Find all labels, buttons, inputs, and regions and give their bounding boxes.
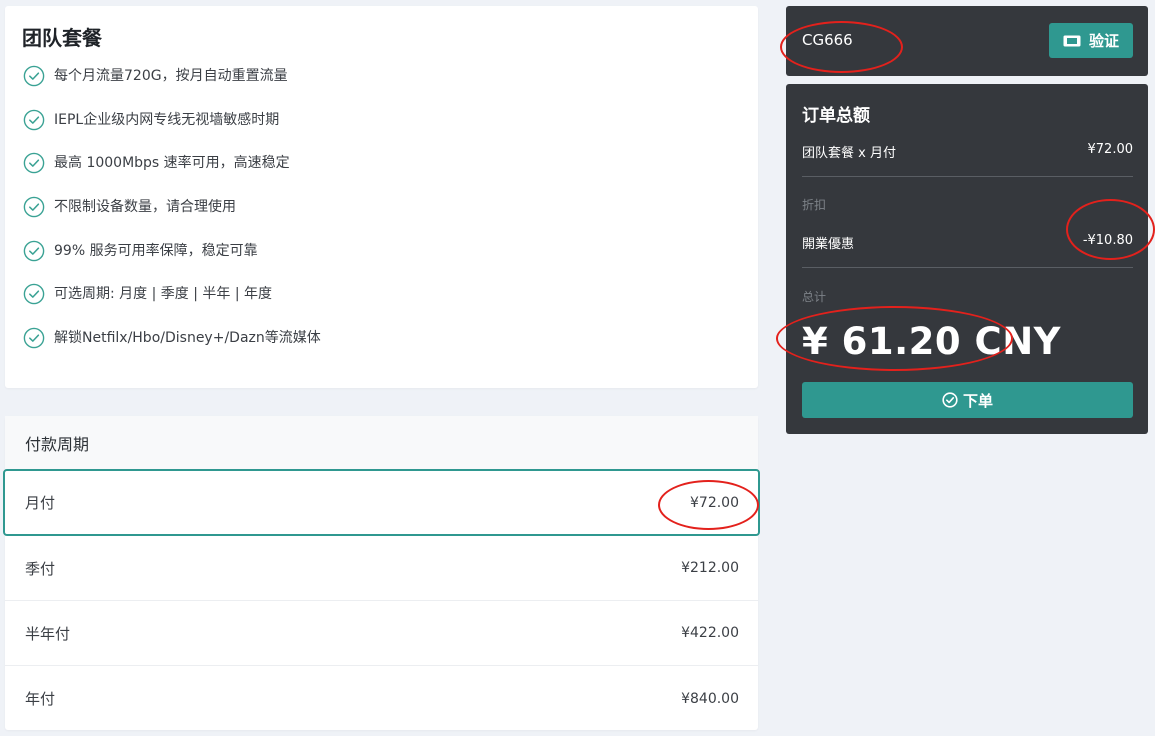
feature-text: 解锁Netfilx/Hbo/Disney+/Dazn等流媒体 bbox=[54, 330, 321, 347]
feature-list: 每个月流量720G，按月自动重置流量 IEPL企业级内网专线无视墙敏感时期 最高 1… bbox=[23, 65, 321, 371]
check-circle-icon bbox=[23, 196, 45, 218]
billing-period-header: 付款周期 bbox=[5, 416, 758, 470]
feature-text: 每个月流量720G，按月自动重置流量 bbox=[54, 68, 288, 84]
billing-option-label: 季付 bbox=[25, 559, 56, 578]
feature-item: 99% 服务可用率保障，稳定可靠 bbox=[23, 240, 321, 284]
billing-option[interactable]: 月付 ¥72.00 bbox=[3, 469, 760, 536]
ticket-icon bbox=[1063, 35, 1081, 46]
billing-option-price: ¥840.00 bbox=[681, 690, 739, 707]
summary-title: 订单总额 bbox=[802, 106, 870, 126]
billing-option-label: 年付 bbox=[25, 690, 56, 708]
check-circle-icon bbox=[23, 240, 45, 262]
annotation-circle-total bbox=[776, 306, 1013, 371]
summary-item-price: ¥72.00 bbox=[1087, 142, 1134, 157]
feature-item: 可选周期: 月度 | 季度 | 半年 | 年度 bbox=[23, 283, 321, 327]
billing-option-price: ¥212.00 bbox=[681, 560, 739, 576]
feature-text: 可选周期: 月度 | 季度 | 半年 | 年度 bbox=[54, 286, 273, 303]
feature-text: 99% 服务可用率保障，稳定可靠 bbox=[54, 242, 258, 259]
check-circle-icon bbox=[23, 109, 45, 130]
divider bbox=[802, 267, 1133, 268]
check-circle-icon bbox=[942, 392, 958, 408]
total-section-label: 总计 bbox=[802, 290, 827, 304]
billing-period-card: 付款周期 月付 ¥72.00 季付 ¥212.00 半年付 ¥422.00 年付 ¥840.0… bbox=[3, 416, 760, 731]
order-summary-card: 订单总额 团队套餐 x 月付 ¥72.00 折扣 開業優惠 -¥10.80 总计… bbox=[786, 84, 1148, 434]
plan-card: 团队套餐 每个月流量720G，按月自动重置流量 IEPL企业级内网专线无视墙敏感时… bbox=[5, 6, 758, 388]
check-circle-icon bbox=[23, 327, 45, 349]
verify-button[interactable]: 验证 bbox=[1049, 23, 1133, 58]
feature-item: 解锁Netfilx/Hbo/Disney+/Dazn等流媒体 bbox=[23, 327, 321, 371]
feature-text: 不限制设备数量，请合理使用 bbox=[54, 199, 236, 216]
order-label: 下单 bbox=[962, 391, 993, 410]
feature-item: 最高 1000Mbps 速率可用，高速稳定 bbox=[23, 152, 321, 196]
feature-item: IEPL企业级内网专线无视墙敏感时期 bbox=[23, 109, 321, 153]
verify-label: 验证 bbox=[1088, 32, 1119, 50]
summary-item-row: 团队套餐 x 月付 ¥72.00 bbox=[802, 142, 1133, 161]
billing-option[interactable]: 半年付 ¥422.00 bbox=[5, 601, 758, 666]
annotation-circle-coupon bbox=[780, 21, 903, 73]
annotation-circle-monthly-price bbox=[658, 480, 759, 530]
check-circle-icon bbox=[23, 153, 45, 174]
place-order-button[interactable]: 下单 bbox=[802, 382, 1133, 418]
check-circle-icon bbox=[23, 284, 45, 305]
discount-label: 開業優惠 bbox=[802, 237, 855, 252]
annotation-circle-discount bbox=[1066, 199, 1155, 260]
plan-title: 团队套餐 bbox=[22, 26, 102, 50]
billing-option-label: 半年付 bbox=[25, 624, 71, 643]
feature-item: 不限制设备数量，请合理使用 bbox=[23, 196, 321, 240]
summary-item-label: 团队套餐 x 月付 bbox=[802, 146, 896, 161]
divider bbox=[802, 176, 1133, 177]
billing-option-label: 月付 bbox=[25, 494, 56, 512]
feature-text: IEPL企业级内网专线无视墙敏感时期 bbox=[54, 111, 280, 128]
feature-item: 每个月流量720G，按月自动重置流量 bbox=[23, 65, 321, 109]
discount-section-label: 折扣 bbox=[802, 198, 827, 212]
billing-period-options: 月付 ¥72.00 季付 ¥212.00 半年付 ¥422.00 年付 ¥840.00 bbox=[3, 469, 760, 731]
billing-option-price: ¥422.00 bbox=[681, 625, 739, 641]
feature-text: 最高 1000Mbps 速率可用，高速稳定 bbox=[54, 155, 290, 172]
billing-option[interactable]: 年付 ¥840.00 bbox=[5, 666, 758, 731]
check-circle-icon bbox=[23, 65, 45, 87]
billing-option[interactable]: 季付 ¥212.00 bbox=[5, 536, 758, 601]
